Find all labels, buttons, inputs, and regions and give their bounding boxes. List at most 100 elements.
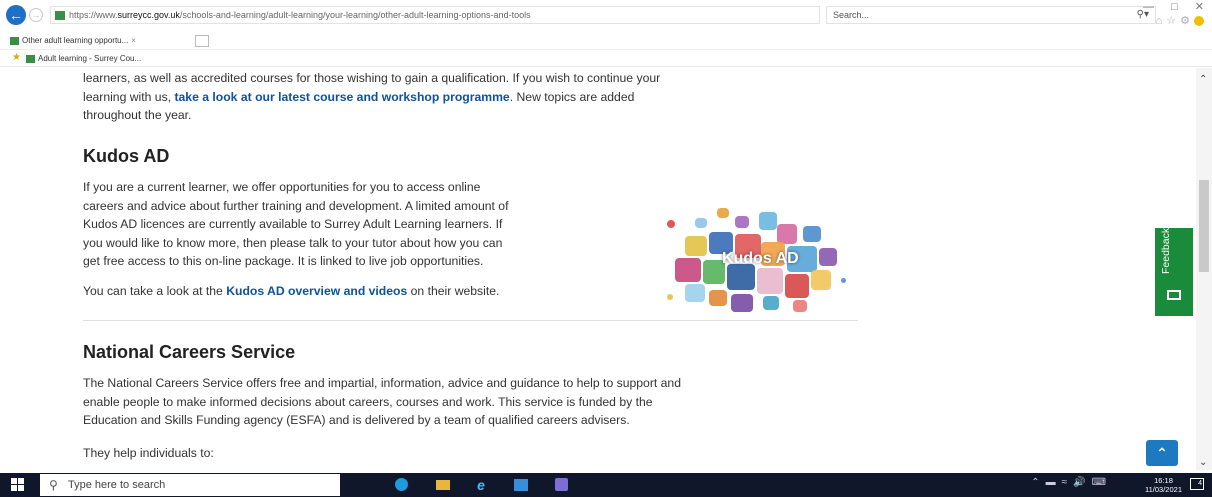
logo-square [685, 236, 707, 256]
tab-title: Other adult learning opportu... [22, 36, 129, 45]
kudos-heading: Kudos AD [83, 146, 170, 166]
network-icon[interactable]: ▬ [1046, 477, 1062, 488]
cortana-icon[interactable] [392, 476, 410, 494]
back-arrow-icon[interactable]: ← [6, 5, 26, 25]
intro-paragraph: learners, as well as accredited courses … [83, 69, 660, 125]
feedback-tab[interactable]: Feedback [1155, 228, 1193, 316]
logo-square [667, 220, 675, 228]
taskbar-search-placeholder: Type here to search [68, 479, 166, 491]
file-explorer-icon[interactable] [434, 476, 452, 494]
intro-line-3: throughout the year. [83, 108, 192, 123]
logo-square [803, 226, 821, 242]
tab-close-icon[interactable]: × [131, 36, 136, 45]
browser-search-input[interactable]: Search... ⚲▾ [826, 6, 1156, 24]
logo-square [675, 258, 701, 282]
notification-icon[interactable]: 4 [1190, 478, 1204, 490]
keyboard-icon[interactable]: ⌨ [1092, 477, 1112, 488]
browser-tab[interactable]: Other adult learning opportu... × [10, 33, 136, 49]
url-scheme: https://www. [69, 10, 118, 20]
internet-explorer-icon[interactable]: e [472, 476, 490, 494]
browser-address-bar: ← → https://www.surreycc.gov.uk/schools-… [0, 0, 1212, 30]
gear-icon[interactable]: ⚙ [1180, 15, 1194, 27]
ncs-line-3: Education and Skills Funding agency (ESF… [83, 413, 630, 428]
logo-square [793, 300, 807, 312]
logo-square [763, 296, 779, 310]
chevron-up-icon[interactable]: ⌃ [1031, 477, 1045, 488]
kudos-line-3: Kudos AD licences are currently availabl… [83, 217, 503, 232]
logo-square [757, 268, 783, 294]
taskbar-search-input[interactable]: ⚲ Type here to search [40, 474, 340, 496]
logo-square [759, 212, 777, 230]
kudos-line-4: you would like to know more, then please… [83, 235, 503, 250]
ncs-paragraph: The National Careers Service offers free… [83, 374, 681, 430]
logo-square [785, 274, 809, 298]
logo-square [709, 290, 727, 306]
chevron-up-icon: ⌃ [1156, 445, 1168, 461]
ncs-help-text: They help individuals to: [83, 446, 214, 460]
kudos-line-1: If you are a current learner, we offer o… [83, 180, 481, 194]
toolbar-icons: ⌂☆⚙ [1156, 14, 1204, 27]
favorite-item-label: Adult learning - Surrey Cou... [38, 54, 142, 63]
kudos-paragraph: If you are a current learner, we offer o… [83, 178, 508, 271]
system-tray: ⌃▬≈🔊⌨ [1031, 477, 1112, 488]
kudos-line-2: careers and advice about further trainin… [83, 198, 509, 213]
kudos-overview-link[interactable]: Kudos AD overview and videos [226, 284, 407, 298]
forward-arrow-icon[interactable]: → [29, 8, 43, 22]
star-icon[interactable]: ☆ [1166, 15, 1180, 27]
kudos-more-b: on their website. [407, 284, 500, 298]
ncs-line-1: The National Careers Service offers free… [83, 376, 681, 390]
window-controls: — □ ✕ [1129, 0, 1204, 13]
teams-icon[interactable] [552, 476, 570, 494]
favorite-favicon-icon [26, 54, 35, 63]
tab-bar: Other adult learning opportu... × [0, 32, 1212, 50]
site-favicon-icon [55, 11, 65, 21]
page-scrollbar[interactable]: ⌃ ⌄ [1196, 68, 1212, 470]
kudos-logo-text: Kudos AD [722, 250, 799, 267]
browser-search-placeholder: Search... [833, 10, 870, 20]
smiley-feedback-icon[interactable] [1194, 16, 1204, 27]
wifi-icon[interactable]: ≈ [1062, 477, 1074, 488]
ncs-line-2: enable people to make informed decisions… [83, 394, 653, 409]
favorite-item[interactable]: Adult learning - Surrey Cou... [26, 52, 141, 65]
url-domain: surreycc.gov.uk [117, 10, 180, 20]
section-divider [83, 320, 858, 321]
intro-line-2a: learning with us, [83, 89, 175, 104]
kudos-more-paragraph: You can take a look at the Kudos AD over… [83, 282, 499, 301]
url-path: /schools-and-learning/adult-learning/you… [179, 10, 531, 20]
tab-favicon-icon [10, 36, 19, 45]
windows-start-icon[interactable] [11, 478, 25, 492]
new-tab-button[interactable] [195, 35, 209, 47]
home-icon[interactable]: ⌂ [1156, 15, 1167, 27]
screen: ← → https://www.surreycc.gov.uk/schools-… [0, 0, 1212, 497]
logo-square [735, 216, 749, 228]
url-field[interactable]: https://www.surreycc.gov.uk/schools-and-… [50, 6, 820, 24]
kudos-ad-logo: Kudos AD [665, 208, 865, 318]
kudos-more-a: You can take a look at the [83, 284, 227, 298]
logo-square [819, 248, 837, 266]
back-to-top-button[interactable]: ⌃ [1146, 440, 1178, 466]
logo-square [717, 208, 729, 218]
favorites-star-icon[interactable]: ★ [12, 52, 21, 63]
logo-square [811, 270, 831, 290]
minimize-icon[interactable]: — [1143, 1, 1154, 13]
logo-square [731, 294, 753, 312]
close-icon[interactable]: ✕ [1195, 1, 1204, 13]
taskbar-clock[interactable]: 16:18 11/03/2021 [1145, 476, 1182, 494]
favorites-bar: ★ Adult learning - Surrey Cou... [0, 51, 1212, 67]
maximize-icon[interactable]: □ [1171, 1, 1178, 13]
logo-square [841, 278, 846, 283]
intro-line-2b: . New topics are added [509, 89, 635, 104]
logo-square [685, 284, 705, 302]
logo-square [667, 294, 673, 300]
search-icon: ⚲ [49, 478, 58, 492]
kudos-line-5: get free access to this on-line package.… [83, 254, 484, 269]
page-content: learners, as well as accredited courses … [0, 68, 1196, 470]
scroll-up-icon[interactable]: ⌃ [1199, 74, 1207, 85]
volume-icon[interactable]: 🔊 [1073, 477, 1091, 488]
course-programme-link[interactable]: take a look at our latest course and wor… [174, 90, 509, 104]
scroll-down-icon[interactable]: ⌄ [1199, 457, 1207, 468]
control-panel-icon[interactable] [512, 476, 530, 494]
clock-time: 16:18 [1154, 476, 1173, 485]
clock-date: 11/03/2021 [1145, 485, 1182, 494]
scrollbar-thumb[interactable] [1199, 180, 1209, 272]
